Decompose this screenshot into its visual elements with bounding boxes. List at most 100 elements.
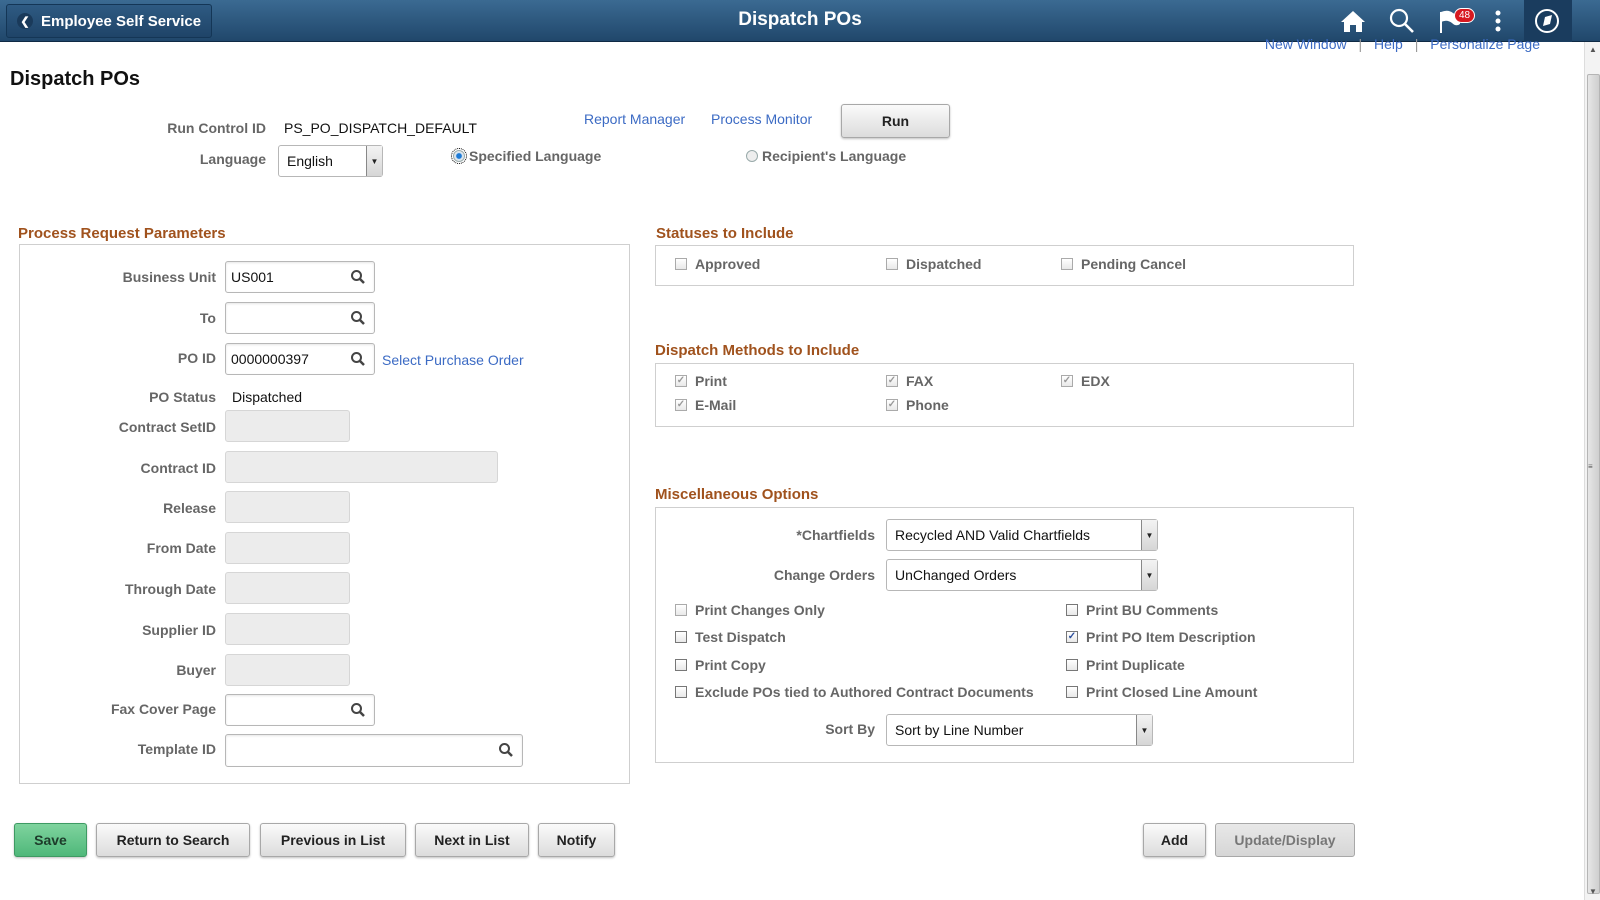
change-orders-select-value: UnChanged Orders: [895, 567, 1017, 583]
sort-by-select-value: Sort by Line Number: [895, 722, 1024, 738]
notification-count-badge: 48: [1454, 8, 1476, 23]
checkbox-unchecked-icon: [886, 258, 898, 270]
lookup-search-icon[interactable]: [350, 310, 366, 326]
checkbox-unchecked-icon: [1066, 659, 1078, 671]
statuses-to-include-heading: Statuses to Include: [656, 225, 794, 242]
notify-button[interactable]: Notify: [538, 823, 615, 857]
fax-cover-page-input[interactable]: [225, 694, 375, 726]
help-link[interactable]: Help: [1374, 36, 1403, 52]
checkbox-print-copy[interactable]: Print Copy: [675, 657, 766, 673]
checkbox-unchecked-icon: [675, 686, 687, 698]
template-id-input[interactable]: [225, 734, 523, 767]
run-control-id-value: PS_PO_DISPATCH_DEFAULT: [284, 120, 477, 136]
checkbox-label: Print: [695, 373, 727, 389]
new-window-link[interactable]: New Window: [1265, 36, 1347, 52]
checkbox-label: EDX: [1081, 373, 1110, 389]
return-to-search-button[interactable]: Return to Search: [96, 823, 250, 857]
checkbox-label: FAX: [906, 373, 934, 389]
checkbox-email: ✓ E-Mail: [675, 397, 736, 413]
checkbox-checked-disabled-icon: ✓: [886, 399, 898, 411]
lookup-search-icon[interactable]: [350, 269, 366, 285]
dispatch-methods-heading: Dispatch Methods to Include: [655, 342, 860, 359]
contract-id-label: Contract ID: [140, 460, 216, 476]
radio-recipients-language[interactable]: Recipient's Language: [746, 148, 906, 164]
checkbox-label: Dispatched: [906, 256, 982, 272]
sort-by-select[interactable]: Sort by Line Number ▼: [886, 714, 1153, 746]
checkbox-checked-disabled-icon: ✓: [675, 375, 687, 387]
lookup-search-icon[interactable]: [350, 351, 366, 367]
run-control-id-label: Run Control ID: [167, 120, 266, 136]
save-button[interactable]: Save: [14, 823, 87, 857]
checkbox-print-duplicate[interactable]: Print Duplicate: [1066, 657, 1185, 673]
supplier-id-field: [225, 613, 350, 645]
business-unit-label: Business Unit: [122, 269, 216, 285]
scrollbar-thumb[interactable]: [1587, 74, 1600, 894]
scroll-up-arrow-icon[interactable]: ▲: [1585, 42, 1600, 58]
checkbox-label: Print Duplicate: [1086, 657, 1185, 673]
change-orders-select[interactable]: UnChanged Orders ▼: [886, 559, 1158, 591]
po-status-value: Dispatched: [232, 389, 303, 405]
chartfields-label: *Chartfields: [796, 527, 875, 543]
notification-flag-icon[interactable]: 48: [1436, 6, 1478, 36]
lookup-search-icon[interactable]: [350, 702, 366, 718]
report-manager-link[interactable]: Report Manager: [584, 111, 685, 127]
lookup-search-icon[interactable]: [498, 742, 514, 758]
back-to-employee-self-service-button[interactable]: ❮ Employee Self Service: [6, 4, 212, 38]
scroll-down-arrow-icon[interactable]: ▼: [1585, 887, 1600, 896]
dropdown-arrow-icon: ▼: [366, 146, 382, 176]
update-display-button: Update/Display: [1215, 823, 1355, 857]
checkbox-print-bu-comments[interactable]: Print BU Comments: [1066, 602, 1218, 618]
top-links: New Window | Help | Personalize Page: [1261, 36, 1544, 52]
dropdown-arrow-icon: ▼: [1136, 715, 1152, 745]
release-field: [225, 491, 350, 523]
checkbox-label: Test Dispatch: [695, 629, 786, 645]
chartfields-select-value: Recycled AND Valid Chartfields: [895, 527, 1091, 543]
personalize-page-link[interactable]: Personalize Page: [1430, 36, 1540, 52]
navbar-compass-icon: [1535, 9, 1559, 33]
actions-menu-icon[interactable]: [1482, 6, 1514, 36]
previous-in-list-button[interactable]: Previous in List: [260, 823, 406, 857]
checkbox-label: Phone: [906, 397, 949, 413]
checkbox-label: Approved: [695, 256, 761, 272]
checkbox-unchecked-icon: [675, 258, 687, 270]
chartfields-select[interactable]: Recycled AND Valid Chartfields ▼: [886, 519, 1158, 551]
checkbox-print-closed-line-amount[interactable]: Print Closed Line Amount: [1066, 684, 1257, 700]
dropdown-arrow-icon: ▼: [1141, 560, 1157, 590]
checkbox-print-changes-only: Print Changes Only: [675, 602, 825, 618]
checkbox-label: Print Closed Line Amount: [1086, 684, 1258, 700]
checkbox-exclude-pos-authored-contract[interactable]: Exclude POs tied to Authored Contract Do…: [675, 684, 1034, 700]
template-id-label: Template ID: [137, 741, 216, 757]
checkbox-checked-icon: ✓: [1066, 631, 1078, 643]
checkbox-unchecked-icon: [1066, 686, 1078, 698]
po-id-input[interactable]: 0000000397: [225, 343, 375, 375]
to-input[interactable]: [225, 302, 375, 334]
vertical-scrollbar[interactable]: ▲ ≡ ▼: [1584, 42, 1600, 900]
checkbox-unchecked-disabled-icon: [675, 604, 687, 616]
checkbox-label: Print PO Item Description: [1086, 629, 1256, 645]
radio-specified-language[interactable]: Specified Language: [451, 148, 601, 164]
checkbox-checked-disabled-icon: ✓: [886, 375, 898, 387]
add-button[interactable]: Add: [1143, 823, 1206, 857]
business-unit-input[interactable]: US001: [225, 261, 375, 293]
checkbox-print-po-item-description[interactable]: ✓ Print PO Item Description: [1066, 629, 1256, 645]
buyer-field: [225, 654, 350, 686]
checkbox-approved[interactable]: Approved: [675, 256, 760, 272]
next-in-list-button[interactable]: Next in List: [415, 823, 529, 857]
checkbox-pending-cancel[interactable]: Pending Cancel: [1061, 256, 1186, 272]
checkbox-checked-disabled-icon: ✓: [675, 399, 687, 411]
contract-setid-label: Contract SetID: [118, 419, 216, 435]
checkbox-unchecked-icon: [1061, 258, 1073, 270]
miscellaneous-options-heading: Miscellaneous Options: [655, 486, 819, 503]
checkbox-dispatched[interactable]: Dispatched: [886, 256, 981, 272]
dropdown-arrow-icon: ▼: [1141, 520, 1157, 550]
select-purchase-order-link[interactable]: Select Purchase Order: [382, 352, 524, 368]
process-monitor-link[interactable]: Process Monitor: [711, 111, 812, 127]
search-icon[interactable]: [1386, 6, 1418, 36]
back-button-label: Employee Self Service: [41, 12, 202, 30]
checkbox-test-dispatch[interactable]: Test Dispatch: [675, 629, 786, 645]
checkbox-unchecked-icon: [1066, 604, 1078, 616]
checkbox-unchecked-icon: [675, 631, 687, 643]
run-button[interactable]: Run: [841, 104, 950, 138]
language-select[interactable]: English ▼: [278, 145, 383, 177]
home-icon[interactable]: [1337, 6, 1369, 36]
